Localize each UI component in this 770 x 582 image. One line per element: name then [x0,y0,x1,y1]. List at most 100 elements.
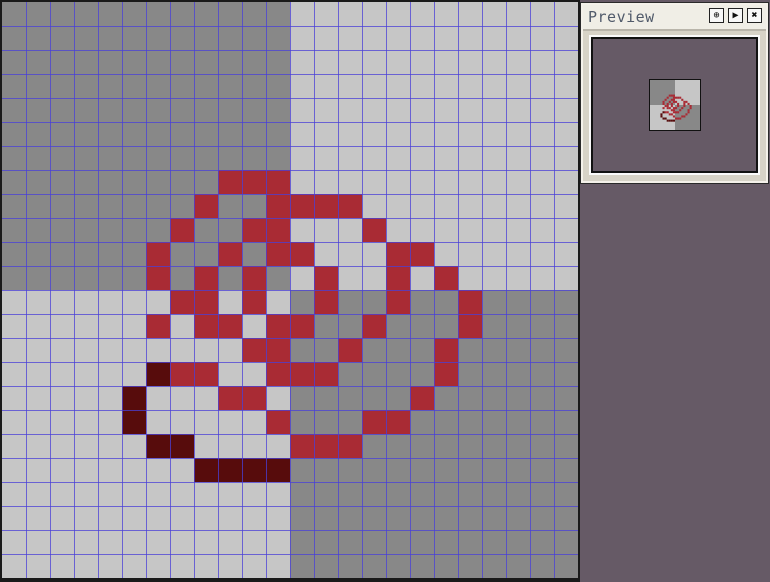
pixel-red [194,266,218,290]
pixel-red [683,100,686,103]
pixel-red [687,111,690,114]
pixel-red [314,434,338,458]
pixel-red [266,338,290,362]
pixel-red [434,266,458,290]
pixel-red [689,105,692,108]
pixel-red [681,98,684,101]
pixel-red [362,410,386,434]
pixel-red [664,105,667,108]
pixel-red [685,100,688,103]
pixel-red [410,242,434,266]
pixel-red [290,194,314,218]
pixel-red [670,98,673,101]
pixel-red [242,338,266,362]
pixel-red [386,410,410,434]
pixel-red [670,94,673,97]
pixel-dark-red [668,119,671,122]
pixel-red [666,107,669,110]
pixel-red [218,242,242,266]
pixel-red [242,386,266,410]
pixel-dark-red [670,119,673,122]
pixel-red [266,314,290,338]
pixel-red [672,100,675,103]
close-icon: ✖ [751,10,758,21]
pixel-red [666,96,669,99]
pixel-red [314,362,338,386]
pixel-red [266,194,290,218]
pixel-red [194,290,218,314]
pixel-red [314,290,338,314]
pixel-red [218,314,242,338]
pixel-red [386,290,410,314]
pixel-red [458,314,482,338]
pixel-dark-red [122,410,146,434]
pixel-red [410,386,434,410]
pixel-red [666,105,669,108]
pixel-red [666,111,669,114]
pixel-red [314,266,338,290]
pixel-red [672,109,675,112]
pixel-red [687,109,690,112]
pixel-red [218,386,242,410]
pixel-red [675,117,678,120]
pixel-red [670,105,673,108]
pixel-red [266,170,290,194]
pixel-red [679,96,682,99]
pixel-dark-red [662,111,665,114]
pixel-red [672,94,675,97]
pixel-dark-red [666,119,669,122]
fit-view-button[interactable]: ⊕ [709,8,724,23]
pixel-red [681,115,684,118]
pixel-dark-red [664,117,667,120]
pixel-red [290,362,314,386]
pixel-red [677,96,680,99]
pixel-red [314,194,338,218]
pixel-red [670,102,673,105]
preview-thumbnail [649,79,701,131]
pixel-red [170,362,194,386]
pixel-red [146,314,170,338]
preview-title: Preview [588,8,655,26]
pixel-red [146,266,170,290]
drawing-canvas-area[interactable] [0,0,580,582]
preview-viewport[interactable] [589,35,760,175]
pixel-red [668,94,671,97]
pixel-red [687,102,690,105]
pixel-red [662,107,665,110]
pixel-red [683,102,686,105]
pixel-red [146,242,170,266]
pixel-red [685,113,688,116]
pixel-red [458,290,482,314]
pixel-dark-red [660,115,663,118]
pixel-red [683,105,686,108]
pixel-red [683,115,686,118]
preview-thumbnail-image [650,80,700,130]
pixel-red [362,218,386,242]
right-panel: Preview ⊕ ▶ ✖ [580,0,770,582]
fit-view-icon: ⊕ [713,10,720,21]
pixel-red [668,100,671,103]
pixel-red [670,113,673,116]
close-preview-button[interactable]: ✖ [747,8,762,23]
pixel-red [670,109,673,112]
pixel-dark-red [122,386,146,410]
pixel-dark-red [660,113,663,116]
play-icon: ▶ [732,10,739,21]
preview-window: Preview ⊕ ▶ ✖ [580,2,769,184]
pixel-red [242,266,266,290]
play-animation-button[interactable]: ▶ [728,8,743,23]
pixel-red [675,111,678,114]
pixel-red [242,170,266,194]
pixel-red [338,194,362,218]
pixel-red [662,100,665,103]
pixel-red [664,98,667,101]
pixel-red [242,218,266,242]
pixel-red [194,362,218,386]
pixel-dark-red [194,458,218,482]
pixel-dark-red [218,458,242,482]
pixel-red [662,102,665,105]
pixel-canvas[interactable] [2,2,578,578]
preview-titlebar[interactable]: Preview ⊕ ▶ ✖ [583,5,766,31]
pixel-red [677,105,680,108]
pixel-red [672,98,675,101]
